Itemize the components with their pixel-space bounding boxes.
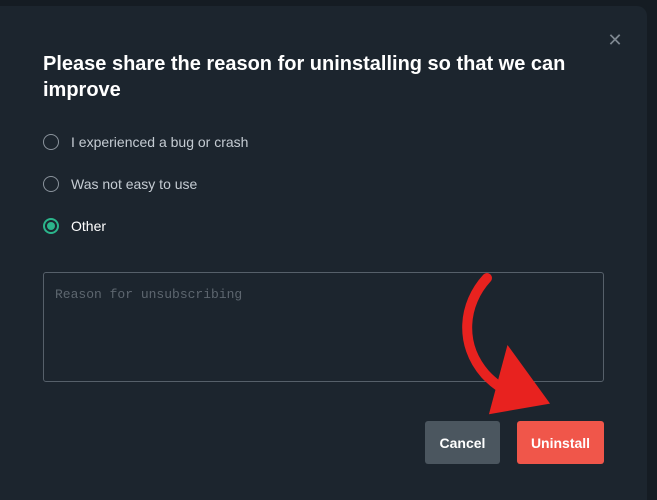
reason-option-label: I experienced a bug or crash bbox=[71, 134, 249, 150]
reason-option-not-easy[interactable]: Was not easy to use bbox=[43, 173, 197, 195]
uninstall-feedback-dialog: ✕ Please share the reason for uninstalli… bbox=[0, 6, 647, 500]
uninstall-button[interactable]: Uninstall bbox=[517, 421, 604, 464]
cancel-button[interactable]: Cancel bbox=[425, 421, 500, 464]
reason-option-label: Other bbox=[71, 218, 107, 234]
dialog-title: Please share the reason for uninstalling… bbox=[43, 53, 566, 101]
annotation-arrow-icon bbox=[462, 273, 551, 415]
radio-bug[interactable] bbox=[43, 134, 59, 150]
reason-option-other[interactable]: Other bbox=[43, 215, 106, 237]
reason-option-bug[interactable]: I experienced a bug or crash bbox=[43, 131, 248, 153]
reason-option-label: Was not easy to use bbox=[71, 176, 198, 192]
radio-not-easy[interactable] bbox=[43, 176, 59, 192]
close-icon[interactable]: ✕ bbox=[605, 30, 625, 50]
radio-other[interactable] bbox=[43, 218, 59, 234]
